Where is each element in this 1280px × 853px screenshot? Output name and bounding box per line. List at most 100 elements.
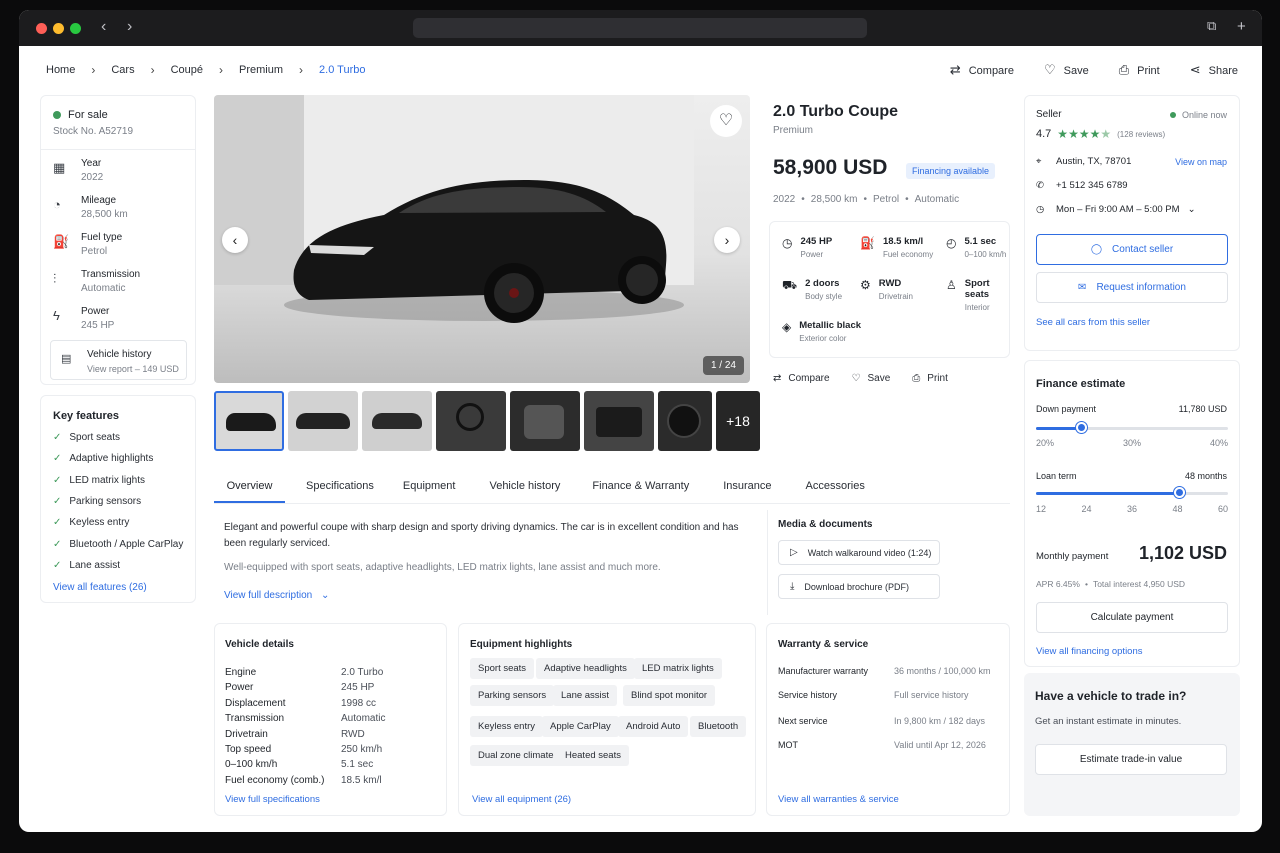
next-photo-button[interactable]: › (714, 227, 740, 253)
thumbnail[interactable] (214, 391, 284, 451)
url-bar[interactable] (413, 18, 867, 38)
view-all-equipment-link[interactable]: View all equipment (26) (472, 794, 571, 805)
tab-specifications[interactable]: Specifications (306, 468, 374, 503)
compare-button[interactable]: ⇄ Compare (950, 62, 1014, 78)
spec-power: ϟ Power 245 HP (53, 306, 114, 331)
review-count[interactable]: (128 reviews) (1117, 130, 1165, 139)
view-on-map-link[interactable]: View on map (1175, 157, 1227, 167)
thumbnail[interactable] (658, 391, 712, 451)
trade-in-title: Have a vehicle to trade in? (1035, 689, 1187, 703)
thumbnail[interactable] (436, 391, 506, 451)
spec-value: 28,500 km (81, 209, 128, 220)
transmission-icon: ⫶ (53, 271, 57, 286)
compare-button[interactable]: ⇄ Compare (773, 373, 830, 384)
breadcrumb-current[interactable]: 2.0 Turbo (319, 64, 365, 76)
seller-phone[interactable]: ✆ +1 512 345 6789 (1036, 180, 1128, 191)
favorite-button[interactable]: ♡ (710, 105, 742, 137)
view-full-description-link[interactable]: View full description ⌄ (224, 590, 329, 601)
tabs-overview-icon[interactable]: ⧉ (1207, 18, 1216, 34)
print-button[interactable]: ⎙ Print (1119, 62, 1160, 78)
forward-icon[interactable]: › (127, 18, 132, 36)
more-photos-button[interactable]: +18 (716, 391, 760, 451)
document-icon: ▤ (61, 353, 72, 365)
main-photo[interactable]: ‹ › ♡ 1 / 24 (214, 95, 750, 383)
view-all-features-link[interactable]: View all features (26) (53, 582, 147, 593)
car-photo (284, 180, 684, 323)
close-window-button[interactable] (36, 23, 47, 34)
key-features-card: Key features ✓ Sport seats ✓ Adaptive high… (40, 395, 196, 603)
tab-vehicle-history[interactable]: Vehicle history (489, 468, 560, 503)
down-payment-slider[interactable] (1036, 422, 1228, 435)
estimate-trade-in-button[interactable]: Estimate trade-in value (1035, 744, 1227, 775)
save-button[interactable]: ♡ Save (1044, 62, 1089, 78)
thumbnail[interactable] (584, 391, 654, 451)
monthly-payment-value: 1,102 USD (1138, 543, 1227, 563)
maximize-window-button[interactable] (70, 23, 81, 34)
tab-equipment[interactable]: Equipment (403, 468, 456, 503)
divider (41, 149, 195, 150)
share-button[interactable]: ⋖ Share (1190, 62, 1238, 78)
detail-value: 18.5 km/l (341, 774, 382, 786)
watch-video-button[interactable]: ▷ Watch walkaround video (1:24) (778, 540, 940, 565)
spec-transmission: ⫶ Transmission Automatic (53, 269, 140, 294)
monthly-payment-label: Monthly payment (1036, 551, 1109, 562)
tab-insurance[interactable]: Insurance (723, 468, 771, 503)
breadcrumb-coupe[interactable]: Coupé (171, 64, 203, 76)
breadcrumb-premium[interactable]: Premium (239, 64, 283, 76)
spec-label: Year (81, 158, 102, 169)
print-label: Print (1137, 65, 1160, 77)
printer-icon: ⎙ (1118, 62, 1130, 77)
back-icon[interactable]: ‹ (101, 18, 106, 36)
seller-rating: 4.7 ★ ★ ★ ★ ★ (128 reviews) (1036, 127, 1165, 141)
seat-icon: ♙ (946, 278, 957, 292)
calculate-payment-button[interactable]: Calculate payment (1036, 602, 1228, 633)
spec-fuel: ⛽ Fuel type Petrol (53, 232, 122, 257)
seller-hours[interactable]: ◷ Mon – Fri 9:00 AM – 5:00 PM ⌄ (1036, 204, 1196, 215)
highlight-acceleration: ◴ 5.1 sec 0–100 km/h (946, 236, 1007, 259)
spec-value: 2022 (81, 172, 104, 183)
breadcrumb-cars[interactable]: Cars (111, 64, 134, 76)
equipment-title: Equipment highlights (470, 639, 573, 650)
overview-paragraph: Well-equipped with sport seats, adaptive… (224, 562, 661, 573)
loan-term-slider[interactable] (1036, 487, 1228, 500)
chevron-right-icon: › (91, 63, 96, 77)
car-icon: ⛟ (782, 278, 798, 292)
tab-overview[interactable]: Overview (214, 468, 285, 503)
new-tab-icon[interactable]: + (1237, 18, 1246, 35)
prev-photo-button[interactable]: ‹ (222, 227, 248, 253)
play-icon: ▷ (790, 547, 798, 558)
thumbnail[interactable] (288, 391, 358, 451)
view-full-specs-link[interactable]: View full specifications (225, 794, 320, 805)
highlight-fuel: ⛽ 18.5 km/l Fuel economy (860, 236, 934, 259)
print-button[interactable]: ⎙ Print (912, 373, 948, 384)
all-seller-cars-link[interactable]: See all cars from this seller (1036, 317, 1150, 328)
tab-finance-warranty[interactable]: Finance & Warranty (592, 468, 689, 503)
save-button[interactable]: ♡ Save (852, 373, 891, 384)
view-financing-options-link[interactable]: View all financing options (1036, 646, 1143, 657)
vehicle-history-button[interactable]: ▤ Vehicle history View report – 149 USD (50, 340, 187, 380)
compare-label: Compare (968, 65, 1014, 77)
palette-icon: ◈ (782, 320, 792, 334)
download-brochure-button[interactable]: ⤓ Download brochure (PDF) (778, 574, 940, 599)
detail-value: 2.0 Turbo (341, 667, 384, 678)
request-information-button[interactable]: ✉ Request information (1036, 272, 1228, 303)
breadcrumb-home[interactable]: Home (46, 64, 75, 76)
tab-accessories[interactable]: Accessories (806, 468, 865, 503)
thumbnail[interactable] (362, 391, 432, 451)
slider-handle[interactable] (1076, 422, 1088, 433)
detail-value: 245 HP (341, 682, 375, 694)
share-icon: ⋖ (1189, 62, 1201, 77)
mail-icon: ✉ (1078, 282, 1087, 293)
view-all-warranties-link[interactable]: View all warranties & service (778, 794, 899, 805)
contact-seller-button[interactable]: ◯ Contact seller (1036, 234, 1228, 265)
star-icon: ★ (1078, 127, 1090, 141)
star-icon: ★ (1089, 127, 1101, 141)
thumbnail[interactable] (510, 391, 580, 451)
minimize-window-button[interactable] (53, 23, 64, 34)
heart-icon: ♡ (851, 373, 861, 384)
equipment-chip: Lane assist (553, 685, 618, 706)
detail-value: 5.1 sec (341, 759, 374, 771)
spec-mileage: ◔ Mileage 28,500 km (53, 195, 128, 220)
slider-handle[interactable] (1174, 487, 1185, 498)
warranty-value: 36 months / 100,000 km (894, 666, 991, 676)
